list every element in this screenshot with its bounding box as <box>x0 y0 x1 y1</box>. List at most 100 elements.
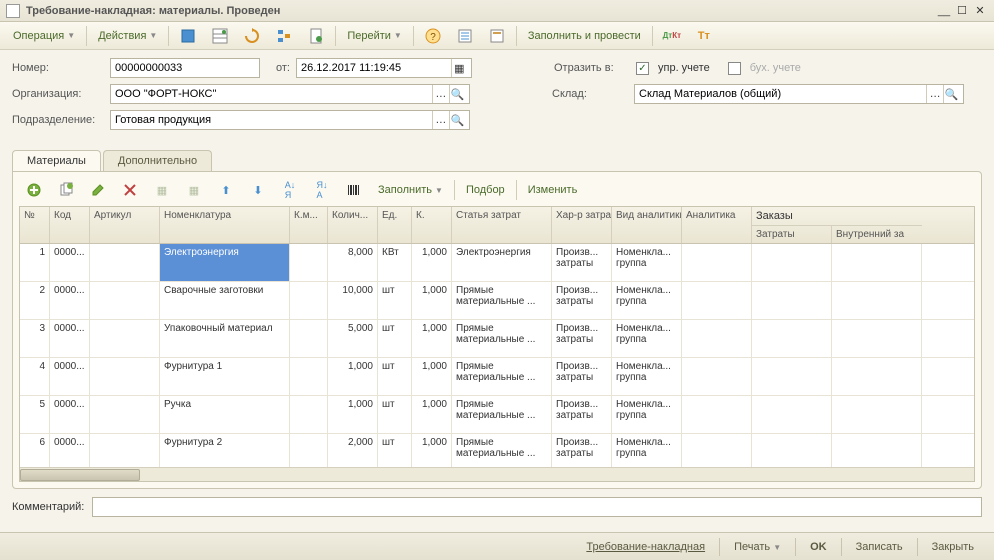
col-cost[interactable]: Статья затрат <box>452 207 552 243</box>
post-icon[interactable] <box>173 24 203 48</box>
col-nom[interactable]: Номенклатура <box>160 207 290 243</box>
tab-materials[interactable]: Материалы <box>12 150 101 171</box>
reload-icon[interactable] <box>237 24 267 48</box>
close-button[interactable]: ✕ <box>972 4 988 18</box>
cell-nom[interactable]: Сварочные заготовки <box>160 282 290 319</box>
col-orders[interactable]: Заказы Затраты Внутренний за <box>752 207 922 243</box>
cell-nom[interactable]: Фурнитура 1 <box>160 358 290 395</box>
grid-body[interactable]: 10000...Электроэнергия8,000КВт1,000Элект… <box>20 244 974 467</box>
cell-n[interactable]: 6 <box>20 434 50 467</box>
col-km[interactable]: К.м... <box>290 207 328 243</box>
select-button[interactable]: Подбор <box>459 180 512 200</box>
cell-empty[interactable] <box>682 244 752 281</box>
cell-antype[interactable]: Номенкла... группа <box>612 282 682 319</box>
cell-art[interactable] <box>90 282 160 319</box>
cell-empty[interactable] <box>682 282 752 319</box>
cell-qty[interactable]: 2,000 <box>328 434 378 467</box>
cell-empty[interactable] <box>832 434 922 467</box>
cell-empty[interactable] <box>752 282 832 319</box>
calendar-icon[interactable]: ▦ <box>451 59 467 77</box>
org-input[interactable]: …🔍 <box>110 84 470 104</box>
mark-icon[interactable]: ▦ <box>147 178 177 202</box>
cell-nom[interactable]: Упаковочный материал <box>160 320 290 357</box>
cell-k[interactable]: 1,000 <box>412 244 452 281</box>
cell-km[interactable] <box>290 434 328 467</box>
cell-empty[interactable] <box>832 358 922 395</box>
cell-empty[interactable] <box>682 434 752 467</box>
ok-button[interactable]: OK <box>800 538 837 556</box>
cell-km[interactable] <box>290 396 328 433</box>
col-inner[interactable]: Внутренний за <box>832 226 922 243</box>
cell-nom[interactable]: Электроэнергия <box>160 244 290 281</box>
cell-antype[interactable]: Номенкла... группа <box>612 320 682 357</box>
date-input[interactable]: ▦ <box>296 58 472 78</box>
cell-empty[interactable] <box>682 358 752 395</box>
edit-icon[interactable] <box>83 178 113 202</box>
cell-art[interactable] <box>90 244 160 281</box>
col-code[interactable]: Код <box>50 207 90 243</box>
cell-art[interactable] <box>90 358 160 395</box>
col-antype[interactable]: Вид аналитики <box>612 207 682 243</box>
cell-antype[interactable]: Номенкла... группа <box>612 396 682 433</box>
search-icon[interactable]: 🔍 <box>449 111 465 129</box>
cell-char[interactable]: Произв... затраты <box>552 282 612 319</box>
cell-qty[interactable]: 5,000 <box>328 320 378 357</box>
number-input[interactable] <box>110 58 260 78</box>
cell-unit[interactable]: шт <box>378 396 412 433</box>
cell-n[interactable]: 1 <box>20 244 50 281</box>
mgmt-checkbox[interactable] <box>636 62 649 75</box>
cell-char[interactable]: Произв... затраты <box>552 434 612 467</box>
save-button[interactable]: Записать <box>846 538 913 556</box>
cell-k[interactable]: 1,000 <box>412 434 452 467</box>
cell-nom[interactable]: Ручка <box>160 396 290 433</box>
minimize-button[interactable]: __ <box>936 4 952 18</box>
maximize-button[interactable]: ☐ <box>954 4 970 18</box>
cell-empty[interactable] <box>752 244 832 281</box>
cell-n[interactable]: 4 <box>20 358 50 395</box>
unmark-icon[interactable]: ▦ <box>179 178 209 202</box>
fill-menu[interactable]: Заполнить▼ <box>371 180 450 200</box>
sort-desc-icon[interactable]: Я↓A <box>307 178 337 202</box>
table-row[interactable]: 50000...Ручка1,000шт1,000Прямые материал… <box>20 396 974 434</box>
add-icon[interactable] <box>19 178 49 202</box>
h-scrollbar[interactable] <box>20 467 974 481</box>
barcode-icon[interactable] <box>339 178 369 202</box>
cell-km[interactable] <box>290 282 328 319</box>
cell-cost[interactable]: Прямые материальные ... <box>452 282 552 319</box>
table-row[interactable]: 40000...Фурнитура 11,000шт1,000Прямые ма… <box>20 358 974 396</box>
cell-empty[interactable] <box>752 358 832 395</box>
ellipsis-icon[interactable]: … <box>432 111 448 129</box>
scrollbar-thumb[interactable] <box>20 469 140 481</box>
cell-k[interactable]: 1,000 <box>412 320 452 357</box>
text-icon[interactable]: Tт <box>689 24 719 48</box>
cell-code[interactable]: 0000... <box>50 434 90 467</box>
cell-char[interactable]: Произв... затраты <box>552 396 612 433</box>
dtKt-icon[interactable]: ДтКт <box>657 24 687 48</box>
hierarchy-icon[interactable] <box>269 24 299 48</box>
cell-art[interactable] <box>90 434 160 467</box>
copy-icon[interactable] <box>51 178 81 202</box>
cell-empty[interactable] <box>682 320 752 357</box>
table-row[interactable]: 10000...Электроэнергия8,000КВт1,000Элект… <box>20 244 974 282</box>
print-button[interactable]: Печать ▼ <box>724 538 791 556</box>
cell-cost[interactable]: Электроэнергия <box>452 244 552 281</box>
ellipsis-icon[interactable]: … <box>926 85 942 103</box>
cell-code[interactable]: 0000... <box>50 282 90 319</box>
cell-code[interactable]: 0000... <box>50 320 90 357</box>
up-icon[interactable]: ⬆ <box>211 178 241 202</box>
search-icon[interactable]: 🔍 <box>449 85 465 103</box>
cell-cost[interactable]: Прямые материальные ... <box>452 320 552 357</box>
cell-code[interactable]: 0000... <box>50 244 90 281</box>
col-n[interactable]: № <box>20 207 50 243</box>
table-row[interactable]: 30000...Упаковочный материал5,000шт1,000… <box>20 320 974 358</box>
acct-checkbox[interactable] <box>728 62 741 75</box>
goto-menu[interactable]: Перейти▼ <box>340 26 409 46</box>
cell-qty[interactable]: 1,000 <box>328 396 378 433</box>
cell-km[interactable] <box>290 244 328 281</box>
fill-and-post-button[interactable]: Заполнить и провести <box>521 26 648 46</box>
cell-empty[interactable] <box>832 282 922 319</box>
col-art[interactable]: Артикул <box>90 207 160 243</box>
cell-k[interactable]: 1,000 <box>412 282 452 319</box>
cell-empty[interactable] <box>752 396 832 433</box>
sort-asc-icon[interactable]: A↓Я <box>275 178 305 202</box>
